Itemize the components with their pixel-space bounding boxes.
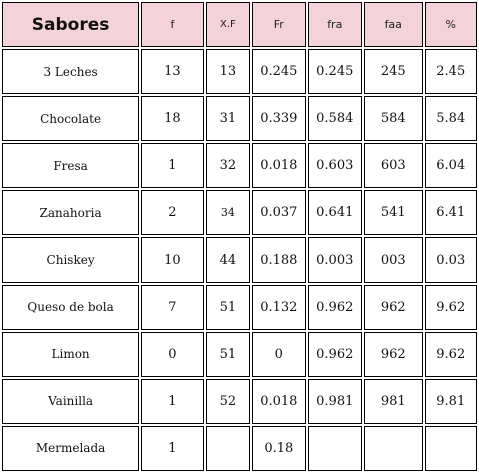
- cell-percent: 5.84: [424, 96, 477, 142]
- cell-percent: 6.04: [424, 143, 477, 189]
- cell-f: 0: [141, 331, 204, 377]
- cell-f: 1: [141, 425, 204, 471]
- header-fra: fra: [307, 2, 362, 48]
- cell-fr: 0.018: [252, 378, 306, 424]
- cell-faa: 962: [364, 284, 423, 330]
- cell-xf: 51: [205, 331, 251, 377]
- cell-sabor: Chocolate: [2, 96, 140, 142]
- table-row: Zanahoria 2 34 0.037 0.641 541 6.41: [2, 190, 477, 236]
- cell-fr: 0.037: [252, 190, 306, 236]
- cell-f: 13: [141, 49, 204, 95]
- cell-f: 2: [141, 190, 204, 236]
- cell-sabor: Mermelada: [2, 425, 140, 471]
- cell-percent: 6.41: [424, 190, 477, 236]
- table-row: Limon 0 51 0 0.962 962 9.62: [2, 331, 477, 377]
- cell-fr: 0.132: [252, 284, 306, 330]
- header-row: Sabores f X.F Fr fra faa%: [2, 2, 477, 48]
- cell-f: 1: [141, 378, 204, 424]
- cell-f: 7: [141, 284, 204, 330]
- cell-fra: 0.003: [307, 237, 362, 283]
- cell-fra: 0.584: [307, 96, 362, 142]
- header-f: f: [141, 2, 204, 48]
- cell-percent: 9.62: [424, 284, 477, 330]
- cell-fra: 0.962: [307, 284, 362, 330]
- cell-faa: 003: [364, 237, 423, 283]
- header-xf: X.F: [205, 2, 251, 48]
- table-row: Vainilla 1 52 0.018 0.981 981 9.81: [2, 378, 477, 424]
- cell-sabor: Chiskey: [2, 237, 140, 283]
- table-row: Queso de bola 7 51 0.132 0.962 962 9.62: [2, 284, 477, 330]
- cell-fr: 0: [252, 331, 306, 377]
- cell-percent: 9.81: [424, 378, 477, 424]
- cell-faa: 541: [364, 190, 423, 236]
- cell-fr: 0.18: [252, 425, 306, 471]
- cell-sabor: Fresa: [2, 143, 140, 189]
- cell-xf: 44: [205, 237, 251, 283]
- cell-fr: 0.339: [252, 96, 306, 142]
- cell-faa: [364, 425, 423, 471]
- cell-fr: 0.018: [252, 143, 306, 189]
- cell-sabor: Limon: [2, 331, 140, 377]
- table-row: Fresa 1 32 0.018 0.603 603 6.04: [2, 143, 477, 189]
- cell-sabor: 3 Leches: [2, 49, 140, 95]
- header-faa: faa: [364, 2, 423, 48]
- table-row: 3 Leches 13 13 0.245 0.245 245 2.45: [2, 49, 477, 95]
- cell-xf: 31: [205, 96, 251, 142]
- header-sabor: Sabores: [2, 2, 140, 48]
- frequency-table: Sabores f X.F Fr fra faa% 3 Leches 13 13 0.245 0.2…: [0, 0, 479, 473]
- cell-faa: 584: [364, 96, 423, 142]
- cell-fra: 0.962: [307, 331, 362, 377]
- table-row: Chocolate 18 31 0.339 0.584 584 5.84: [2, 96, 477, 142]
- header-fr: Fr: [252, 2, 306, 48]
- cell-fra: [307, 425, 362, 471]
- cell-fr: 0.245: [252, 49, 306, 95]
- cell-faa: 245: [364, 49, 423, 95]
- cell-xf: 13: [205, 49, 251, 95]
- table-row: Chiskey 10 44 0.188 0.003 003 0.03: [2, 237, 477, 283]
- cell-f: 18: [141, 96, 204, 142]
- cell-xf: 51: [205, 284, 251, 330]
- cell-xf: 52: [205, 378, 251, 424]
- cell-sabor: Queso de bola: [2, 284, 140, 330]
- cell-xf: 32: [205, 143, 251, 189]
- header-percent: %: [424, 2, 477, 48]
- cell-fra: 0.641: [307, 190, 362, 236]
- cell-sabor: Zanahoria: [2, 190, 140, 236]
- cell-fra: 0.981: [307, 378, 362, 424]
- cell-percent: [424, 425, 477, 471]
- cell-fra: 0.603: [307, 143, 362, 189]
- cell-f: 1: [141, 143, 204, 189]
- cell-f: 10: [141, 237, 204, 283]
- cell-faa: 603: [364, 143, 423, 189]
- cell-fr: 0.188: [252, 237, 306, 283]
- cell-xf: [205, 425, 251, 471]
- cell-fra: 0.245: [307, 49, 362, 95]
- cell-faa: 981: [364, 378, 423, 424]
- table-row: Mermelada 1 0.18: [2, 425, 477, 471]
- cell-percent: 9.62: [424, 331, 477, 377]
- cell-sabor: Vainilla: [2, 378, 140, 424]
- cell-faa: 962: [364, 331, 423, 377]
- cell-xf: 34: [205, 190, 251, 236]
- cell-percent: 0.03: [424, 237, 477, 283]
- cell-percent: 2.45: [424, 49, 477, 95]
